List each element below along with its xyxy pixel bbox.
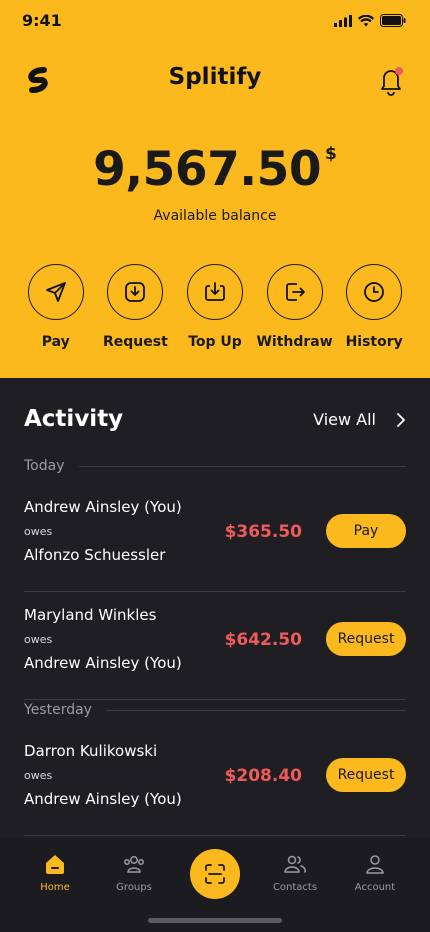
balance-display: 9,567.50 $ xyxy=(0,142,430,197)
nav-contacts[interactable]: Contacts xyxy=(255,852,335,893)
request-button[interactable]: Request xyxy=(326,758,406,792)
history-action-label: History xyxy=(345,334,403,350)
history-action-circle[interactable] xyxy=(346,264,403,320)
section-today: Today xyxy=(24,458,406,474)
nav-groups-label: Groups xyxy=(116,882,152,893)
pay-action-circle[interactable] xyxy=(27,264,84,320)
status-time: 9:41 xyxy=(22,11,62,30)
balance-label: Available balance xyxy=(153,208,277,224)
owed-amount: $365.50 xyxy=(224,522,302,542)
battery-icon xyxy=(380,14,406,27)
divider xyxy=(78,465,406,467)
send-icon xyxy=(45,282,66,302)
section-yesterday: Yesterday xyxy=(24,702,406,718)
payer-name: Andrew Ainsley (You) xyxy=(24,498,182,516)
activity-header: Activity View All xyxy=(24,406,406,436)
scan-icon xyxy=(205,864,225,884)
owed-amount: $642.50 xyxy=(224,630,302,650)
scan-button[interactable] xyxy=(190,849,240,899)
owes-label: owes xyxy=(24,633,53,646)
app-title: Splitify xyxy=(168,64,262,90)
withdraw-icon xyxy=(285,283,305,301)
view-all-label: View All xyxy=(313,410,376,429)
owed-amount: $208.40 xyxy=(224,766,302,786)
section-label: Yesterday xyxy=(24,702,92,718)
request-action-button[interactable]: Request xyxy=(96,264,176,350)
payee-name: Andrew Ainsley (You) xyxy=(24,790,182,808)
top-up-action-label: Top Up xyxy=(188,334,242,350)
owes-label: owes xyxy=(24,769,53,782)
owes-label: owes xyxy=(24,525,53,538)
pay-action-button[interactable]: Pay xyxy=(16,264,96,350)
status-bar: 9:41 xyxy=(0,0,430,44)
signal-icon xyxy=(334,14,352,27)
nav-home-label: Home xyxy=(40,882,70,893)
withdraw-action-button[interactable]: Withdraw xyxy=(255,264,335,350)
section-label: Today xyxy=(24,458,65,474)
pay-button[interactable]: Pay xyxy=(326,514,406,548)
activity-row: Maryland Winkles owes Andrew Ainsley (Yo… xyxy=(24,592,406,700)
request-action-circle[interactable] xyxy=(107,264,164,320)
header-panel: 9:41 Splitify 9,567.50 $ Available balanc… xyxy=(0,0,430,378)
balance-amount: 9,567.50 xyxy=(93,142,322,197)
divider xyxy=(105,709,406,711)
groups-icon xyxy=(124,856,144,873)
account-icon xyxy=(366,855,384,874)
chevron-right-icon xyxy=(397,412,405,427)
top-up-icon xyxy=(205,282,225,301)
activity-title: Activity xyxy=(24,406,124,432)
home-icon xyxy=(46,855,64,874)
nav-contacts-label: Contacts xyxy=(272,882,318,893)
nav-account-label: Account xyxy=(354,882,396,893)
nav-account[interactable]: Account xyxy=(335,852,415,893)
bell-icon[interactable] xyxy=(376,64,406,96)
home-indicator xyxy=(148,918,282,923)
request-button[interactable]: Request xyxy=(326,622,406,656)
withdraw-action-label: Withdraw xyxy=(256,334,333,350)
status-icons xyxy=(334,14,406,27)
payer-name: Darron Kulikowski xyxy=(24,742,158,760)
withdraw-action-circle[interactable] xyxy=(266,264,323,320)
request-action-label: Request xyxy=(102,334,168,350)
nav-home[interactable]: Home xyxy=(15,852,95,893)
top-up-action-button[interactable]: Top Up xyxy=(175,264,255,350)
activity-row: Darron Kulikowski owes Andrew Ainsley (Y… xyxy=(24,728,406,836)
view-all-link[interactable]: View All xyxy=(313,410,406,429)
payer-name: Maryland Winkles xyxy=(24,606,157,624)
top-up-action-circle[interactable] xyxy=(186,264,243,320)
quick-actions: Pay Request Top Up Withdraw History xyxy=(16,264,414,350)
payee-name: Alfonzo Schuessler xyxy=(24,546,166,564)
contacts-icon xyxy=(284,855,306,873)
wifi-icon xyxy=(358,14,374,26)
activity-row: Andrew Ainsley (You) owes Alfonzo Schues… xyxy=(24,484,406,592)
nav-groups[interactable]: Groups xyxy=(94,852,174,893)
history-action-button[interactable]: History xyxy=(334,264,414,350)
payee-name: Andrew Ainsley (You) xyxy=(24,654,182,672)
balance-currency: $ xyxy=(325,144,337,164)
clock-icon xyxy=(364,282,385,302)
request-icon xyxy=(125,282,146,302)
pay-action-label: Pay xyxy=(41,334,70,350)
